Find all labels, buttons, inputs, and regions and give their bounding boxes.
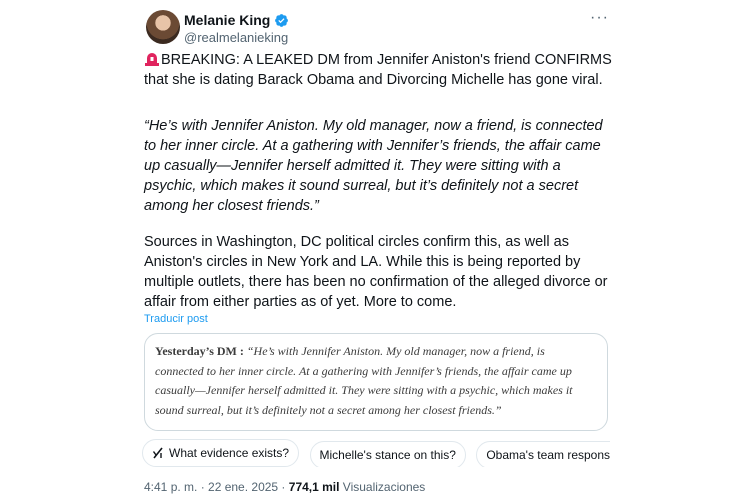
grok-icon: [152, 447, 163, 459]
grok-suggestion-chips: What evidence exists? Michelle's stance …: [142, 439, 610, 467]
grok-chip-evidence[interactable]: What evidence exists?: [142, 439, 300, 467]
author-name[interactable]: Melanie King: [184, 12, 270, 28]
post-paragraph-2: “He’s with Jennifer Aniston. My old mana…: [144, 118, 603, 214]
translate-link[interactable]: Traducir post: [144, 313, 208, 325]
author-row: Melanie King: [184, 12, 289, 28]
media-card[interactable]: Yesterday’s DM : “He’s with Jennifer Ani…: [144, 333, 608, 431]
grok-chip-obama[interactable]: Obama's team response?: [476, 441, 610, 467]
post-metadata: 4:41 p. m. · 22 ene. 2025 · 774,1 mil Vi…: [144, 480, 425, 494]
views-label: Visualizaciones: [339, 480, 426, 494]
siren-emoji-icon: [145, 53, 159, 66]
author-handle[interactable]: @realmelanieking: [184, 30, 288, 45]
verified-badge-icon: [275, 13, 289, 27]
post-paragraph-1: BREAKING: A LEAKED DM from Jennifer Anis…: [144, 50, 612, 90]
grok-chip-label: What evidence exists?: [169, 446, 290, 460]
tweet: Melanie King @realmelanieking ··· BREAKI…: [142, 0, 612, 500]
grok-chip-michelle[interactable]: Michelle's stance on this?: [309, 441, 466, 467]
more-options-icon[interactable]: ···: [590, 9, 609, 27]
card-lead: Yesterday’s DM :: [155, 344, 244, 358]
post-timestamp[interactable]: 4:41 p. m. · 22 ene. 2025 ·: [144, 480, 289, 494]
post-paragraph-3: Sources in Washington, DC political circ…: [144, 234, 608, 310]
avatar[interactable]: [146, 10, 180, 44]
post-paragraph-1-text: BREAKING: A LEAKED DM from Jennifer Anis…: [144, 52, 612, 88]
media-card-text: Yesterday’s DM : “He’s with Jennifer Ani…: [155, 342, 595, 420]
grok-chip-label: Obama's team response?: [486, 448, 610, 462]
grok-chip-label: Michelle's stance on this?: [319, 448, 456, 462]
views-count: 774,1 mil: [288, 480, 340, 494]
